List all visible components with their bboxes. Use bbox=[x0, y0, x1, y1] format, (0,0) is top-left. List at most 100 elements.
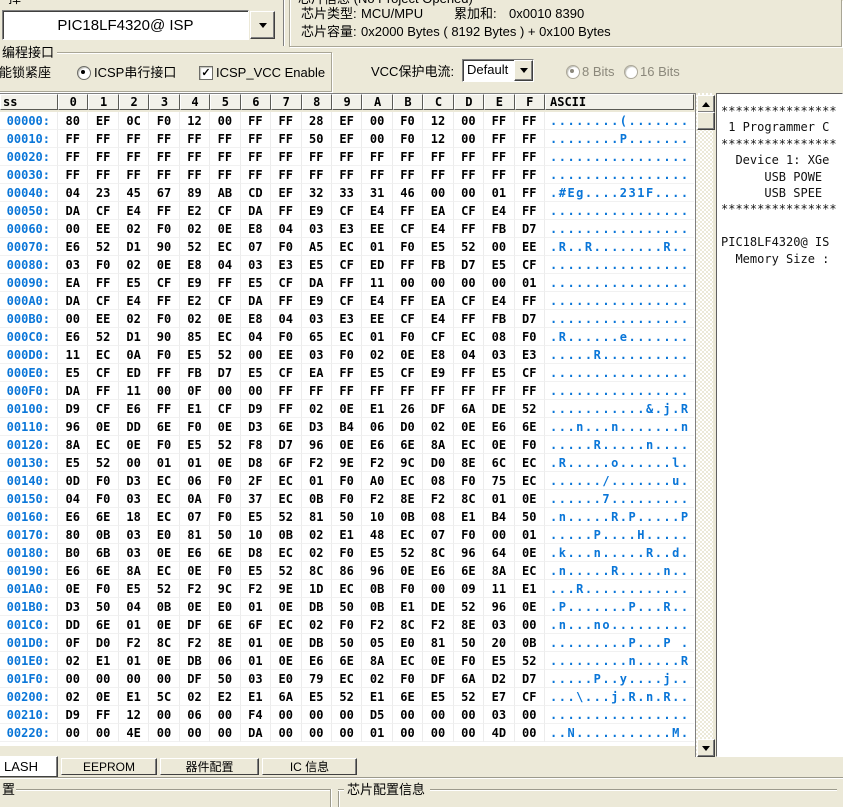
hex-byte-cell[interactable]: 0B bbox=[302, 490, 332, 508]
hex-byte-cell[interactable]: FF bbox=[515, 292, 545, 310]
hex-byte-cell[interactable]: EC bbox=[393, 472, 423, 490]
hex-byte-cell[interactable]: EC bbox=[332, 328, 362, 346]
hex-byte-cell[interactable]: FF bbox=[362, 382, 392, 400]
hex-byte-cell[interactable]: 00 bbox=[149, 382, 179, 400]
hex-byte-cell[interactable]: 0E bbox=[149, 616, 179, 634]
hex-byte-cell[interactable]: F0 bbox=[393, 238, 423, 256]
hex-byte-cell[interactable]: 00 bbox=[210, 706, 240, 724]
hex-byte-cell[interactable]: CF bbox=[515, 256, 545, 274]
hex-byte-cell[interactable]: F0 bbox=[149, 310, 179, 328]
hex-byte-cell[interactable]: E5 bbox=[302, 688, 332, 706]
hex-byte-cell[interactable]: ED bbox=[119, 364, 149, 382]
hex-byte-cell[interactable]: EA bbox=[423, 292, 453, 310]
hex-byte-cell[interactable]: F2 bbox=[362, 454, 392, 472]
hex-byte-cell[interactable]: E8 bbox=[241, 310, 271, 328]
hex-byte-cell[interactable]: 80 bbox=[58, 526, 88, 544]
hex-byte-cell[interactable]: 00 bbox=[393, 274, 423, 292]
hex-byte-cell[interactable]: 00 bbox=[484, 274, 514, 292]
hex-byte-cell[interactable]: F0 bbox=[332, 490, 362, 508]
hex-byte-cell[interactable]: 06 bbox=[180, 706, 210, 724]
hex-byte-cell[interactable]: FF bbox=[393, 382, 423, 400]
hex-byte-cell[interactable]: 0F bbox=[180, 382, 210, 400]
hex-byte-cell[interactable]: 11 bbox=[119, 382, 149, 400]
hex-byte-cell[interactable]: D7 bbox=[515, 310, 545, 328]
hex-byte-cell[interactable]: 02 bbox=[180, 310, 210, 328]
hex-byte-cell[interactable]: DF bbox=[423, 670, 453, 688]
hex-byte-cell[interactable]: 6E bbox=[515, 418, 545, 436]
hex-byte-cell[interactable]: FF bbox=[515, 112, 545, 130]
hex-byte-cell[interactable]: D1 bbox=[119, 328, 149, 346]
hex-byte-cell[interactable]: CF bbox=[88, 364, 118, 382]
hex-byte-cell[interactable]: F8 bbox=[241, 436, 271, 454]
hex-byte-cell[interactable]: 9E bbox=[332, 454, 362, 472]
hex-byte-cell[interactable]: E2 bbox=[180, 202, 210, 220]
icsp-vcc-checkbox[interactable]: ✓ bbox=[199, 66, 213, 80]
hex-byte-cell[interactable]: 02 bbox=[302, 544, 332, 562]
hex-byte-cell[interactable]: 50 bbox=[210, 670, 240, 688]
hex-byte-cell[interactable]: 11 bbox=[484, 580, 514, 598]
hex-byte-cell[interactable]: FF bbox=[88, 382, 118, 400]
hex-byte-cell[interactable]: FF bbox=[271, 400, 301, 418]
hex-byte-cell[interactable]: EC bbox=[149, 490, 179, 508]
ascii-cell[interactable]: .k...n.....R..d. bbox=[545, 544, 694, 562]
ascii-cell[interactable]: ................ bbox=[545, 274, 694, 292]
hex-byte-cell[interactable]: F0 bbox=[149, 346, 179, 364]
hex-byte-cell[interactable]: 0E bbox=[271, 634, 301, 652]
hex-byte-cell[interactable]: 96 bbox=[454, 544, 484, 562]
hex-byte-cell[interactable]: FF bbox=[515, 184, 545, 202]
hex-byte-cell[interactable]: FB bbox=[423, 256, 453, 274]
hex-byte-cell[interactable]: E4 bbox=[362, 292, 392, 310]
hex-byte-cell[interactable]: 31 bbox=[362, 184, 392, 202]
hex-byte-cell[interactable]: F0 bbox=[515, 436, 545, 454]
hex-byte-cell[interactable]: FF bbox=[149, 202, 179, 220]
hex-byte-cell[interactable]: F2 bbox=[423, 490, 453, 508]
ascii-cell[interactable]: ................ bbox=[545, 202, 694, 220]
hex-byte-cell[interactable]: FF bbox=[119, 166, 149, 184]
hex-byte-cell[interactable]: EA bbox=[423, 202, 453, 220]
hex-byte-cell[interactable]: 02 bbox=[119, 310, 149, 328]
hex-byte-cell[interactable]: 03 bbox=[484, 706, 514, 724]
hex-byte-cell[interactable]: F0 bbox=[332, 616, 362, 634]
hex-byte-cell[interactable]: E6 bbox=[58, 508, 88, 526]
hex-byte-cell[interactable]: 0E bbox=[210, 454, 240, 472]
hex-byte-cell[interactable]: 00 bbox=[302, 706, 332, 724]
hex-byte-cell[interactable]: F2 bbox=[241, 580, 271, 598]
hex-byte-cell[interactable]: 02 bbox=[423, 418, 453, 436]
hex-byte-cell[interactable]: E4 bbox=[484, 292, 514, 310]
hex-byte-cell[interactable]: EC bbox=[515, 454, 545, 472]
hex-byte-cell[interactable]: E6 bbox=[58, 562, 88, 580]
hex-byte-cell[interactable]: FF bbox=[393, 202, 423, 220]
hex-byte-cell[interactable]: 5C bbox=[149, 688, 179, 706]
hex-byte-cell[interactable]: 00 bbox=[423, 724, 453, 742]
hex-byte-cell[interactable]: FF bbox=[210, 166, 240, 184]
ascii-cell[interactable]: ......7......... bbox=[545, 490, 694, 508]
hex-byte-cell[interactable]: 64 bbox=[484, 544, 514, 562]
hex-byte-cell[interactable]: 8C bbox=[149, 634, 179, 652]
ascii-cell[interactable]: .R..R........R.. bbox=[545, 238, 694, 256]
hex-byte-cell[interactable]: D9 bbox=[58, 706, 88, 724]
hex-byte-cell[interactable]: E6 bbox=[423, 562, 453, 580]
hex-byte-cell[interactable]: E5 bbox=[58, 454, 88, 472]
hex-byte-cell[interactable]: A0 bbox=[362, 472, 392, 490]
hex-byte-cell[interactable]: E5 bbox=[58, 364, 88, 382]
hex-byte-cell[interactable]: EA bbox=[302, 364, 332, 382]
hex-byte-cell[interactable]: 79 bbox=[302, 670, 332, 688]
hex-byte-cell[interactable]: E9 bbox=[423, 364, 453, 382]
hex-byte-cell[interactable]: 07 bbox=[241, 238, 271, 256]
hex-byte-cell[interactable]: FF bbox=[423, 148, 453, 166]
hex-byte-cell[interactable]: F0 bbox=[393, 130, 423, 148]
hex-byte-cell[interactable]: 02 bbox=[180, 688, 210, 706]
ascii-cell[interactable]: .........n.....R bbox=[545, 652, 694, 670]
hex-byte-cell[interactable]: 0E bbox=[210, 220, 240, 238]
hex-byte-cell[interactable]: FF bbox=[484, 148, 514, 166]
hex-byte-cell[interactable]: 02 bbox=[362, 670, 392, 688]
hex-byte-cell[interactable]: E1 bbox=[454, 508, 484, 526]
hex-byte-cell[interactable]: EC bbox=[393, 652, 423, 670]
hex-byte-cell[interactable]: E5 bbox=[180, 436, 210, 454]
hex-byte-cell[interactable]: CF bbox=[149, 274, 179, 292]
hex-byte-cell[interactable]: CF bbox=[454, 292, 484, 310]
hex-byte-cell[interactable]: 03 bbox=[241, 670, 271, 688]
hex-byte-cell[interactable]: EC bbox=[149, 472, 179, 490]
hex-byte-cell[interactable]: 52 bbox=[88, 328, 118, 346]
icsp-serial-radio[interactable] bbox=[77, 66, 91, 80]
